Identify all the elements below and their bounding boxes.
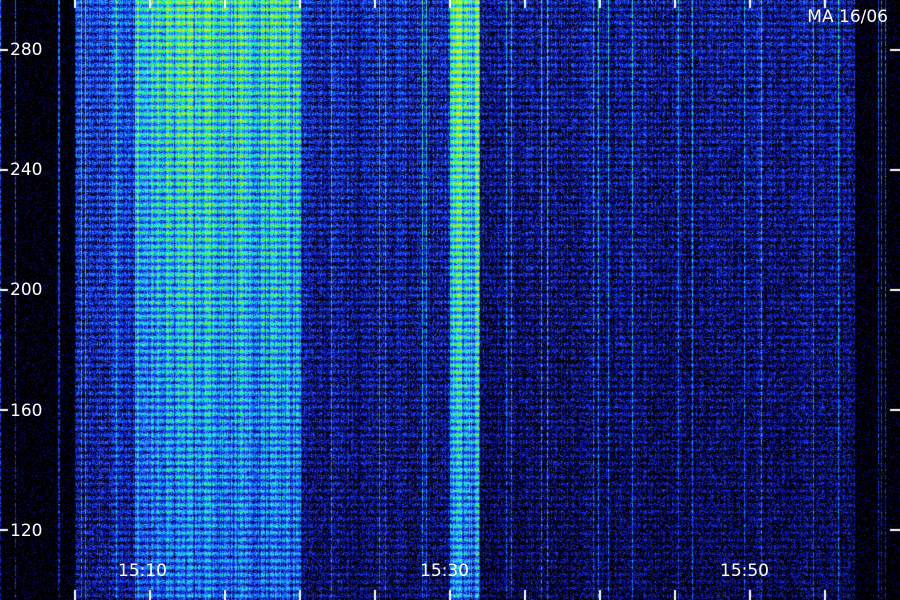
y-tick-label: 200 — [10, 280, 43, 300]
y-tick-label: 160 — [10, 401, 43, 421]
x-tick-label: 15:30 — [420, 561, 469, 581]
x-tick-label: 15:50 — [720, 561, 769, 581]
y-tick-label: 120 — [10, 521, 43, 541]
x-tick-label: 15:10 — [118, 561, 167, 581]
y-tick-label: 280 — [10, 40, 43, 60]
spectrogram-plot — [0, 0, 900, 600]
y-tick-label: 240 — [10, 160, 43, 180]
date-stamp: MA 16/06 — [807, 7, 888, 27]
